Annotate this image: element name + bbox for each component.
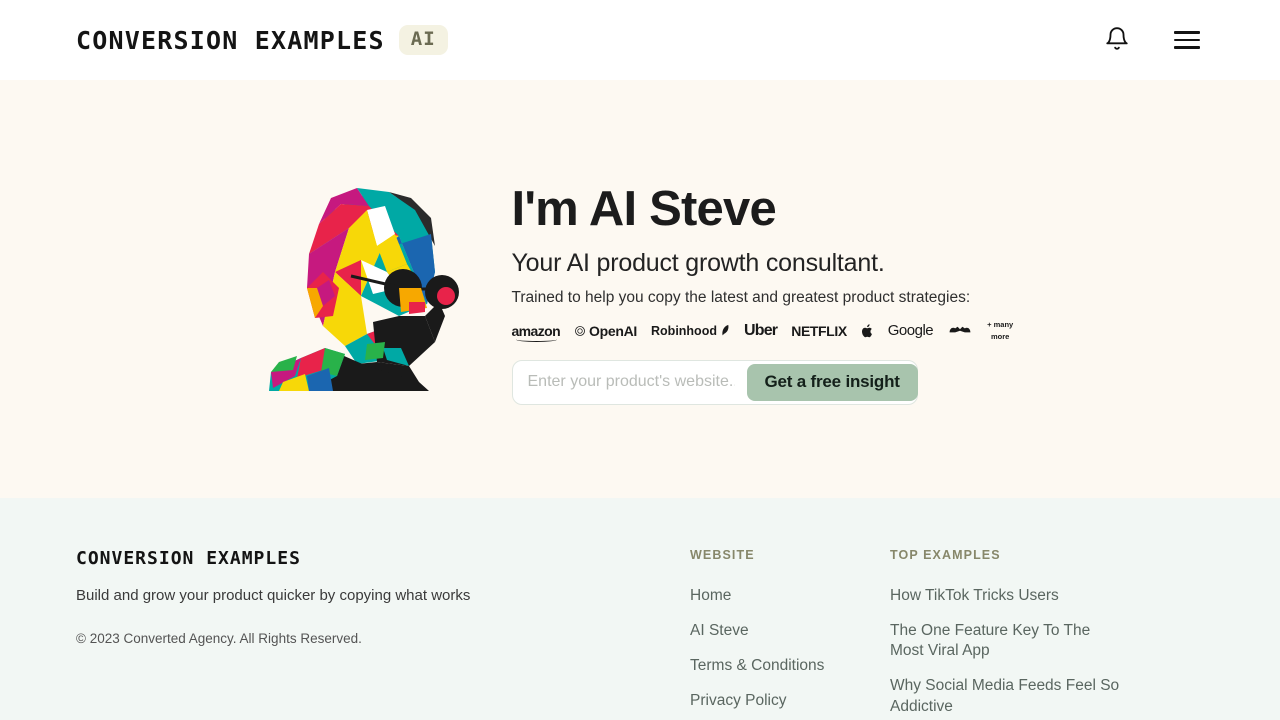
footer-link-addictive-feeds[interactable]: Why Social Media Feeds Feel So Addictive <box>890 676 1125 716</box>
robinhood-logo-label: Robinhood <box>651 323 717 338</box>
robinhood-logo: Robinhood <box>651 324 730 337</box>
hero-copy: I'm AI Steve Your AI product growth cons… <box>511 176 1032 405</box>
hamburger-menu-icon <box>1174 31 1200 49</box>
many-more-line-2: more <box>991 332 1010 342</box>
footer-link-privacy[interactable]: Privacy Policy <box>690 691 890 711</box>
footer-column-top-examples: TOP EXAMPLES How TikTok Tricks Users The… <box>890 548 1125 720</box>
openai-spiral-icon <box>575 325 585 336</box>
netflix-logo: NETFLIX <box>791 322 847 339</box>
footer-heading-top-examples: TOP EXAMPLES <box>890 548 1001 562</box>
amazon-logo: amazon <box>512 324 561 342</box>
redbull-bulls-icon <box>949 327 971 333</box>
footer-link-home[interactable]: Home <box>690 586 890 606</box>
insight-form: Get a free insight <box>511 359 918 405</box>
hero-section: I'm AI Steve Your AI product growth cons… <box>0 80 1280 498</box>
brand-logo[interactable]: CONVERSION EXAMPLES AI <box>76 25 448 55</box>
footer-link-viral-app-feature[interactable]: The One Feature Key To The Most Viral Ap… <box>890 621 1125 661</box>
many-more-line-1: + many <box>987 320 1014 329</box>
brand-name: CONVERSION EXAMPLES <box>76 25 385 55</box>
site-header: CONVERSION EXAMPLES AI <box>0 0 1280 80</box>
notifications-button[interactable] <box>1100 22 1134 59</box>
footer-brand-name: CONVERSION EXAMPLES <box>76 548 301 569</box>
footer-link-tiktok-tricks[interactable]: How TikTok Tricks Users <box>890 586 1125 606</box>
bell-icon <box>1104 26 1130 55</box>
hero-title: I'm AI Steve <box>511 182 777 236</box>
footer-tagline: Build and grow your product quicker by c… <box>76 587 471 604</box>
uber-logo: Uber <box>743 321 778 339</box>
hero-note: Trained to help you copy the latest and … <box>511 288 971 306</box>
openai-logo: OpenAI <box>574 324 637 338</box>
feather-icon <box>722 325 729 336</box>
footer-heading-website: WEBSITE <box>690 548 755 562</box>
hero-portrait <box>248 176 464 391</box>
brand-logo-row: amazon OpenAI Robinhood Uber NETFLIX Goo… <box>512 320 1032 342</box>
apple-icon <box>861 324 872 338</box>
redbull-logo <box>947 326 973 335</box>
openai-logo-label: OpenAI <box>589 322 638 339</box>
footer-copyright: © 2023 Converted Agency. All Rights Rese… <box>76 631 362 646</box>
get-free-insight-button[interactable]: Get a free insight <box>746 363 918 401</box>
steve-jobs-pop-art-portrait-icon <box>248 176 464 391</box>
footer-link-ai-steve[interactable]: AI Steve <box>690 621 890 641</box>
menu-button[interactable] <box>1170 27 1204 53</box>
footer-column-website: WEBSITE Home AI Steve Terms & Conditions… <box>690 548 890 720</box>
footer-link-terms[interactable]: Terms & Conditions <box>690 656 890 676</box>
site-footer: CONVERSION EXAMPLES Build and grow your … <box>0 498 1280 720</box>
header-actions <box>1100 22 1204 59</box>
footer-brand-block: CONVERSION EXAMPLES Build and grow your … <box>76 548 690 646</box>
brand-ai-badge: AI <box>398 25 448 55</box>
google-logo: Google <box>887 322 934 340</box>
hero-subtitle: Your AI product growth consultant. <box>511 248 885 277</box>
many-more-label: + many more <box>987 320 1013 342</box>
website-url-input[interactable] <box>515 363 747 401</box>
apple-logo <box>861 323 874 339</box>
